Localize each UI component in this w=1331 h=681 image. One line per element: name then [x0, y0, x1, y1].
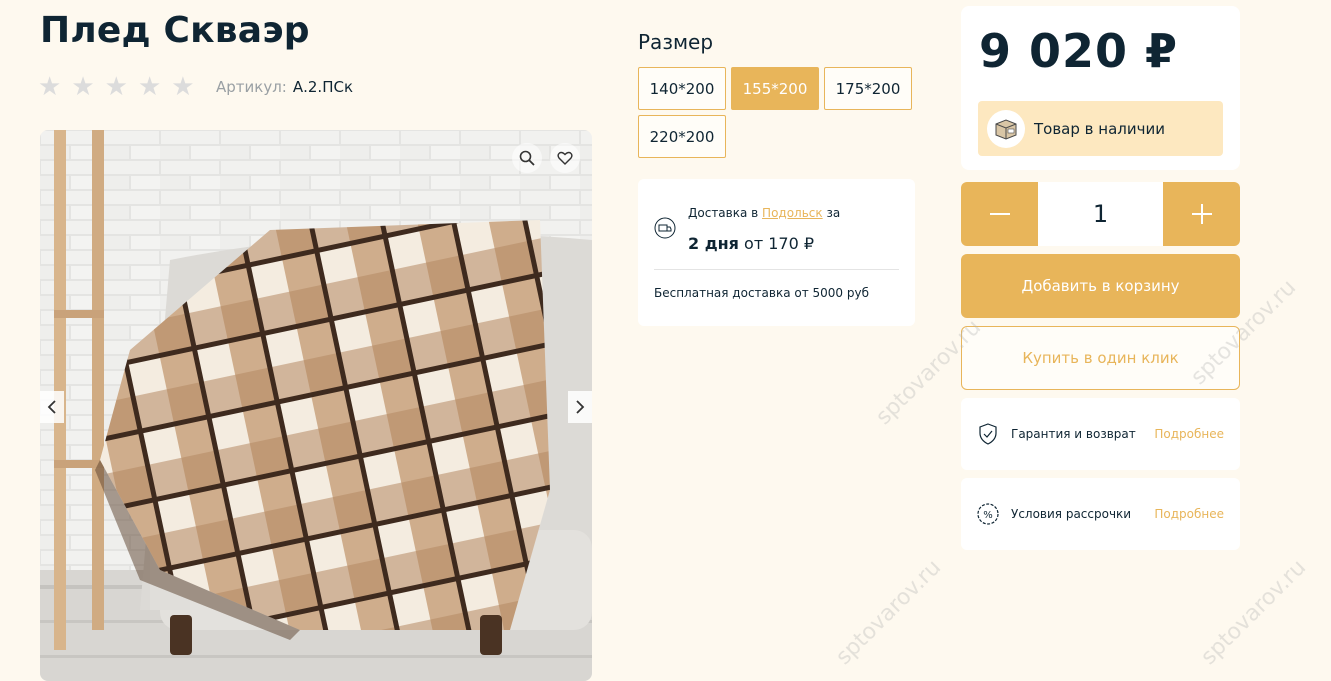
divider: [654, 269, 899, 270]
size-options: 140*200 155*200 175*200 220*200: [638, 67, 918, 158]
product-image: [40, 130, 592, 681]
star-icon[interactable]: ★: [105, 72, 128, 102]
product-gallery[interactable]: [40, 130, 592, 681]
quantity-increase-button[interactable]: [1163, 182, 1240, 246]
svg-text:%: %: [983, 510, 993, 521]
size-label: Размер: [638, 30, 714, 54]
search-icon: [519, 150, 535, 166]
stock-text: Товар в наличии: [1034, 119, 1165, 138]
product-title: Плед Скваэр: [40, 10, 310, 51]
size-option[interactable]: 140*200: [638, 67, 726, 110]
chevron-right-icon: [576, 400, 585, 414]
box-icon: [987, 109, 1025, 148]
star-icon[interactable]: ★: [138, 72, 161, 102]
free-delivery-note: Бесплатная доставка от 5000 руб: [654, 286, 869, 300]
price: 9 020 ₽: [979, 24, 1179, 78]
stock-status: Товар в наличии: [978, 101, 1223, 156]
installment-card: % Условия рассрочки Подробнее: [961, 478, 1240, 550]
price-card: 9 020 ₽ Товар в наличии: [961, 6, 1240, 170]
star-icon[interactable]: ★: [71, 72, 94, 102]
watermark: sptovarov.ru: [1196, 555, 1312, 670]
star-icon[interactable]: ★: [171, 72, 194, 102]
gallery-next-button[interactable]: [568, 391, 592, 423]
shield-icon: [979, 423, 997, 445]
star-icon[interactable]: ★: [38, 72, 61, 102]
warranty-card: Гарантия и возврат Подробнее: [961, 398, 1240, 470]
buy-one-click-button[interactable]: Купить в один клик: [961, 326, 1240, 390]
size-option[interactable]: 220*200: [638, 115, 726, 158]
quantity-decrease-button[interactable]: [961, 182, 1038, 246]
warranty-label: Гарантия и возврат: [1011, 427, 1136, 441]
delivery-time: 2 дня от 170 ₽: [688, 234, 815, 253]
sku-label: Артикул:: [216, 78, 287, 96]
chevron-left-icon: [47, 400, 56, 414]
watermark: sptovarov.ru: [831, 555, 947, 670]
sku-value: А.2.ПСк: [292, 78, 354, 96]
gallery-prev-button[interactable]: [40, 391, 64, 423]
zoom-button[interactable]: [512, 143, 542, 173]
quantity-stepper: 1: [961, 182, 1240, 246]
add-to-cart-button[interactable]: Добавить в корзину: [961, 254, 1240, 318]
size-option[interactable]: 175*200: [824, 67, 912, 110]
minus-icon: [989, 213, 1010, 215]
heart-icon: [557, 151, 573, 165]
sku: Артикул: А.2.ПСк: [216, 78, 353, 96]
installment-label: Условия рассрочки: [1011, 507, 1132, 521]
favorite-button[interactable]: [550, 143, 580, 173]
warranty-more-link[interactable]: Подробнее: [1154, 427, 1224, 441]
delivery-icon: [654, 217, 676, 239]
delivery-card: Доставка в Подольск за 2 дня от 170 ₽ Бе…: [638, 179, 915, 326]
percent-badge-icon: %: [977, 503, 999, 525]
delivery-city-line: Доставка в Подольск за: [688, 206, 841, 220]
rating-stars[interactable]: ★ ★ ★ ★ ★: [38, 72, 195, 102]
plus-icon: [1191, 204, 1212, 224]
delivery-city-link[interactable]: Подольск: [762, 206, 823, 220]
size-option-selected[interactable]: 155*200: [731, 67, 819, 110]
quantity-input[interactable]: 1: [1038, 182, 1163, 246]
installment-more-link[interactable]: Подробнее: [1154, 507, 1224, 521]
